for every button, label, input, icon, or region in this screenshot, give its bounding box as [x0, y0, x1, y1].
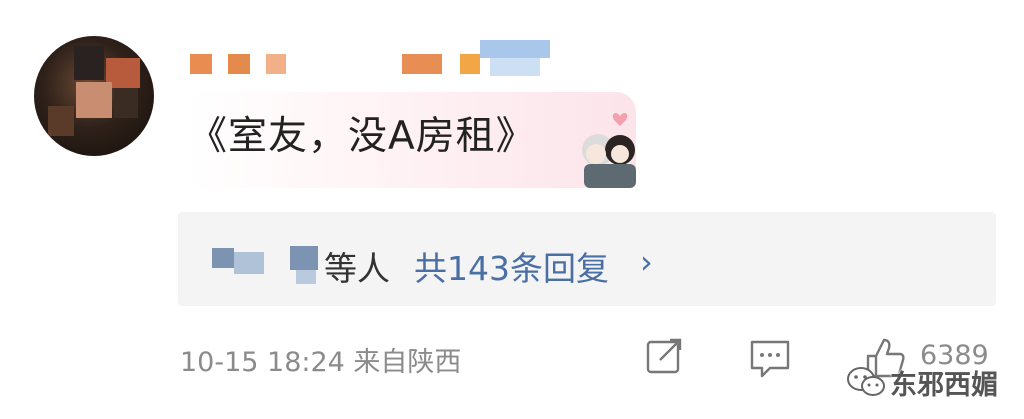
username-obscured[interactable] [190, 38, 570, 82]
anime-sticker-icon [582, 113, 636, 188]
comment-icon[interactable] [748, 336, 792, 380]
share-icon[interactable] [642, 336, 686, 380]
timestamp-location: 10-15 18:24 来自陕西 [180, 347, 462, 378]
reply-user-obscured [212, 248, 234, 268]
chevron-right-icon[interactable]: › [640, 243, 653, 281]
reply-count-link[interactable]: 共143条回复 [414, 242, 609, 290]
wechat-icon [847, 367, 885, 396]
comment-text: 《室友，没A房租》 [188, 114, 536, 159]
reply-users-suffix: 等人 [324, 249, 390, 288]
watermark-text: 东邪西媚 [890, 369, 998, 401]
reply-summary-box[interactable]: 等人 共143条回复 › [178, 212, 996, 306]
watermark: 东邪西媚 [846, 360, 1006, 404]
user-avatar[interactable] [34, 36, 154, 156]
